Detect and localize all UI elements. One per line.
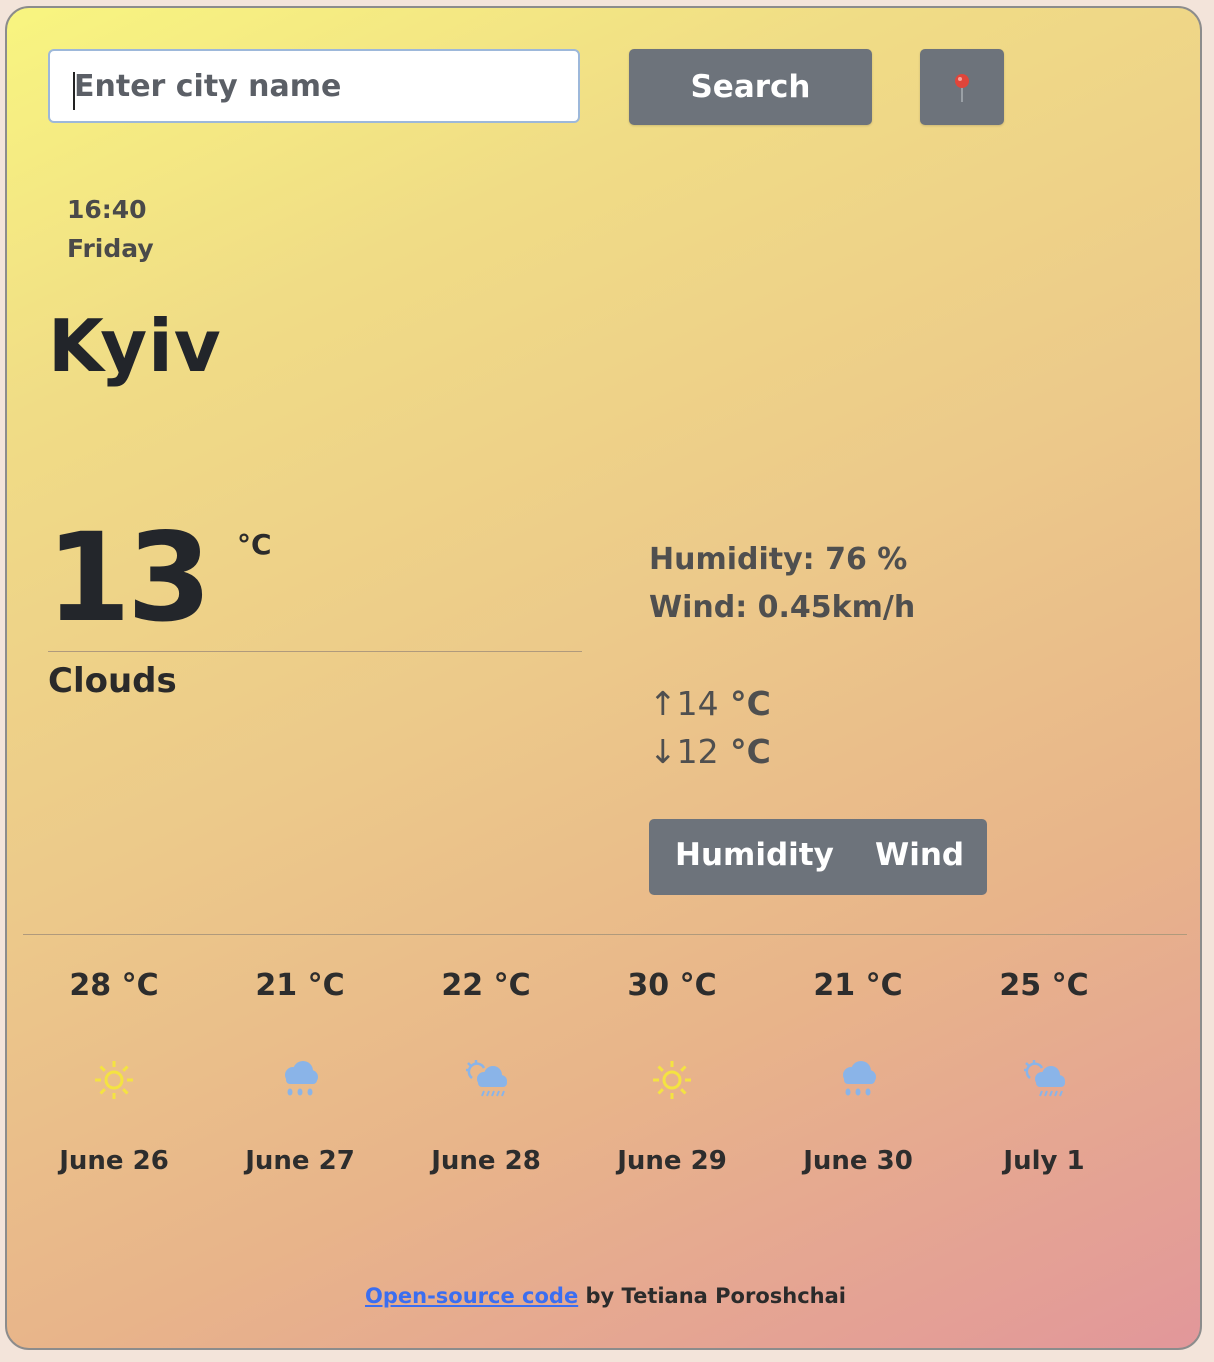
forecast-date: June 26: [59, 1146, 169, 1176]
humidity-toggle-button[interactable]: Humidity: [675, 837, 834, 873]
footer-credit: by Tetiana Poroshchai: [578, 1284, 846, 1308]
forecast-temp: 21 °C: [255, 968, 345, 1003]
forecast-temp: 22 °C: [441, 968, 531, 1003]
forecast-temp: 21 °C: [813, 968, 903, 1003]
temperature-unit: °C: [237, 528, 272, 561]
humidity-text: Humidity: 76 %: [649, 542, 908, 577]
open-source-link[interactable]: Open-source code: [365, 1284, 578, 1308]
forecast-day: 21 °C June 27: [207, 968, 393, 1176]
forecast-day: 21 °C June 30: [765, 968, 951, 1176]
search-button[interactable]: Search: [629, 49, 872, 125]
current-location-button[interactable]: [920, 49, 1004, 125]
search-input[interactable]: [48, 49, 580, 123]
current-time: 16:40: [67, 195, 147, 224]
rain-cloud-icon: [834, 1056, 882, 1104]
forecast-date: July 1: [1003, 1146, 1085, 1176]
forecast-day: 28 °C June 26: [21, 968, 207, 1176]
chart-toggle: Humidity Wind: [649, 819, 987, 895]
text-caret: [73, 72, 75, 110]
pin-icon: [955, 74, 969, 102]
wind-toggle-button[interactable]: Wind: [875, 837, 964, 873]
min-temperature: ↓12 °C: [649, 732, 771, 771]
min-max-temperature: ↑14 °C ↓12 °C: [649, 680, 771, 776]
max-temperature: ↑14 °C: [649, 684, 771, 723]
sun-cloud-rain-icon: [462, 1056, 510, 1104]
forecast-day: 25 °C July 1: [951, 968, 1137, 1176]
arrow-down-icon: ↓: [649, 732, 677, 771]
sun-cloud-rain-icon: [1020, 1056, 1068, 1104]
sun-icon: [90, 1056, 138, 1104]
current-temperature: 13: [46, 507, 212, 649]
weather-details: Humidity: 76 % Wind: 0.45km/h: [649, 536, 915, 632]
weather-card: Search 16:40 Friday Kyiv 13 °C Clouds Hu…: [5, 6, 1202, 1350]
forecast-temp: 30 °C: [627, 968, 717, 1003]
arrow-up-icon: ↑: [649, 684, 677, 723]
forecast-temp: 25 °C: [999, 968, 1089, 1003]
forecast: 28 °C June 26 21 °C June 27 22 °C June 2…: [21, 968, 1151, 1228]
date-time: 16:40 Friday: [67, 190, 154, 268]
divider: [48, 651, 582, 652]
forecast-date: June 29: [617, 1146, 727, 1176]
section-divider: [23, 934, 1187, 935]
forecast-temp: 28 °C: [69, 968, 159, 1003]
forecast-date: June 27: [245, 1146, 355, 1176]
forecast-date: June 28: [431, 1146, 541, 1176]
current-day: Friday: [67, 234, 154, 263]
footer: Open-source code by Tetiana Poroshchai: [7, 1284, 1204, 1308]
rain-cloud-icon: [276, 1056, 324, 1104]
wind-text: Wind: 0.45km/h: [649, 590, 916, 625]
forecast-day: 30 °C June 29: [579, 968, 765, 1176]
forecast-date: June 30: [803, 1146, 913, 1176]
city-name: Kyiv: [48, 304, 222, 388]
sun-icon: [648, 1056, 696, 1104]
forecast-day: 22 °C June 28: [393, 968, 579, 1176]
weather-description: Clouds: [48, 661, 177, 701]
